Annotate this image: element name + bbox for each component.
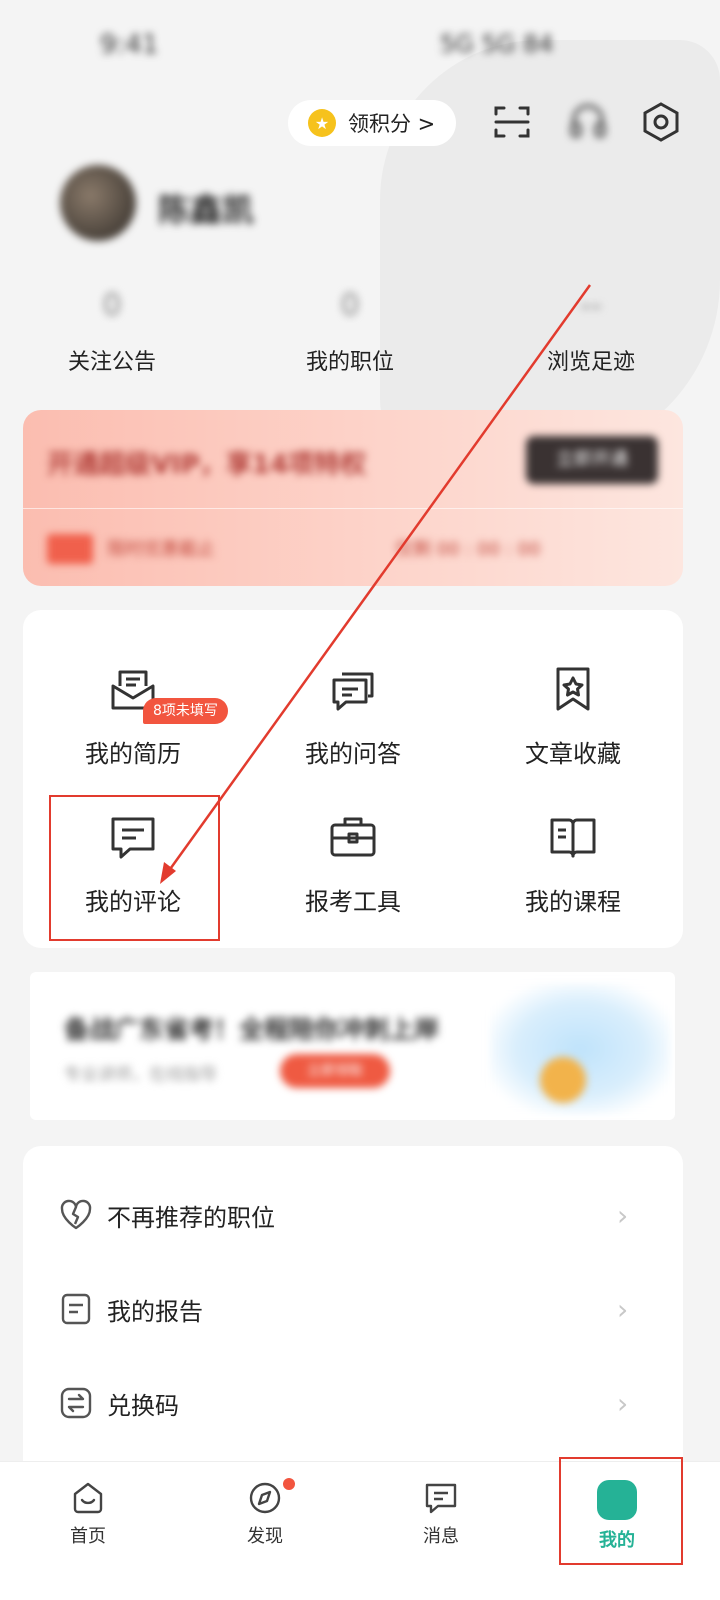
grid-item-label: 我的问答: [305, 740, 401, 768]
earn-points-label: 领积分 >: [348, 112, 436, 136]
settings-icon[interactable]: [639, 100, 683, 144]
tab-label: 首页: [70, 1526, 106, 1547]
stat-browse-history[interactable]: -- 浏览足迹: [511, 288, 671, 376]
divider: [23, 508, 683, 509]
grid-item-resume[interactable]: 我的简历 8项未填写: [23, 664, 243, 804]
stat-label: 我的职位: [305, 350, 394, 375]
grid-item-label: 报考工具: [305, 888, 401, 916]
status-time: 9:41: [100, 30, 159, 60]
promo-button[interactable]: 立即领取: [280, 1054, 390, 1088]
promo-title: 备战广东省考！全程陪你冲刺上岸: [64, 1015, 440, 1044]
status-bar: 9:41 5G 5G 84: [0, 0, 720, 90]
promo-subtitle: 专业讲师，在线指导: [64, 1065, 217, 1085]
message-icon: [423, 1480, 459, 1516]
headset-icon[interactable]: [566, 100, 610, 144]
grid-item-my-courses[interactable]: 我的课程: [463, 812, 683, 952]
annotation-box-comments: [49, 795, 220, 941]
grid-item-exam-tools[interactable]: 报考工具: [243, 812, 463, 952]
grid-item-label: 我的课程: [525, 888, 621, 916]
bookmark-icon: [548, 664, 598, 714]
list-item-my-reports[interactable]: 我的报告 ›: [23, 1262, 683, 1356]
tab-label: 消息: [423, 1526, 459, 1547]
book-icon: [548, 812, 598, 862]
compass-icon: [247, 1480, 283, 1516]
promo-banner[interactable]: 备战广东省考！全程陪你冲刺上岸 专业讲师，在线指导 立即领取: [30, 972, 675, 1120]
notification-dot: [283, 1478, 295, 1490]
tab-home[interactable]: 首页: [28, 1480, 148, 1548]
tab-discover[interactable]: 发现: [205, 1478, 325, 1548]
grid-item-article-favorites[interactable]: 文章收藏: [463, 664, 683, 804]
stat-label: 浏览足迹: [546, 350, 635, 375]
stat-label: 关注公告: [67, 350, 156, 375]
toolbox-icon: [328, 812, 378, 862]
report-icon: [59, 1292, 93, 1326]
tab-label: 发现: [247, 1526, 283, 1547]
earn-points-button[interactable]: ★ 领积分 >: [288, 100, 456, 146]
vip-subtitle: 限时优惠截止: [107, 539, 215, 560]
grid-item-qa[interactable]: 我的问答: [243, 664, 463, 804]
exchange-icon: [59, 1386, 93, 1420]
qa-icon: [328, 664, 378, 714]
stat-value: --: [580, 288, 602, 323]
avatar[interactable]: [60, 165, 136, 241]
home-icon: [70, 1480, 106, 1516]
list-item-label: 我的报告: [107, 1297, 203, 1326]
vip-tag: [47, 534, 93, 564]
settings-list: 不再推荐的职位 › 我的报告 › 兑换码 ›: [23, 1146, 683, 1476]
status-indicators: 5G 5G 84: [440, 30, 554, 58]
scan-icon[interactable]: [490, 100, 534, 144]
grid-item-label: 文章收藏: [525, 740, 621, 768]
chevron-right-icon: ›: [617, 1386, 629, 1420]
list-item-label: 兑换码: [107, 1391, 179, 1420]
coin-icon: ★: [308, 109, 336, 137]
stat-value: 0: [102, 288, 122, 323]
chevron-right-icon: ›: [617, 1198, 629, 1232]
list-item-redeem-code[interactable]: 兑换码 ›: [23, 1356, 683, 1450]
promo-coin-icon: [540, 1057, 586, 1103]
vip-open-button[interactable]: 立即开通: [526, 436, 658, 484]
grid-item-label: 我的简历: [85, 740, 181, 768]
chevron-right-icon: ›: [617, 1292, 629, 1326]
unfilled-badge: 8项未填写: [143, 698, 228, 724]
tab-messages[interactable]: 消息: [381, 1480, 501, 1548]
vip-banner[interactable]: 开通超级VIP，享14项特权 立即开通 限时优惠截止 仅剩 00 : 00 : …: [23, 410, 683, 586]
stat-my-positions[interactable]: 0 我的职位: [270, 288, 430, 376]
stat-value: 0: [340, 288, 360, 323]
annotation-box-mine-tab: [559, 1457, 683, 1565]
list-item-hidden-positions[interactable]: 不再推荐的职位 ›: [23, 1168, 683, 1262]
broken-heart-icon: [59, 1198, 93, 1232]
list-item-label: 不再推荐的职位: [107, 1203, 275, 1232]
vip-title: 开通超级VIP，享14项特权: [47, 450, 367, 480]
user-name[interactable]: 陈鑫凯: [158, 185, 254, 231]
vip-countdown: 仅剩 00 : 00 : 00: [395, 539, 541, 560]
stat-followed-notices[interactable]: 0 关注公告: [32, 288, 192, 376]
